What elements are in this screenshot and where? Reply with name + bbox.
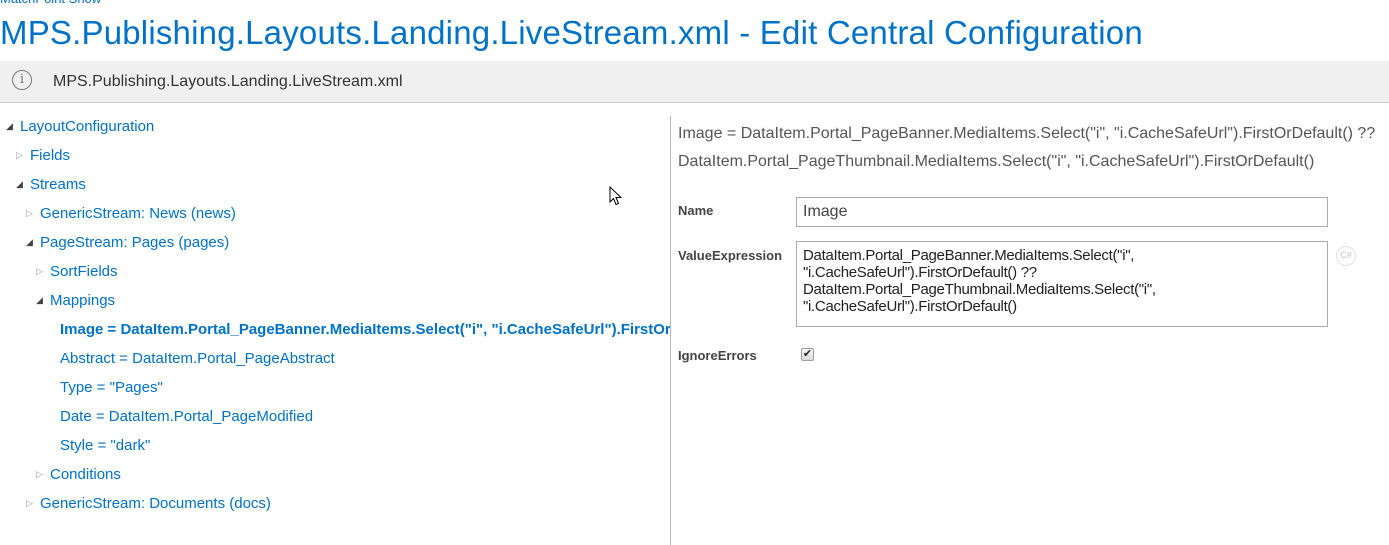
tree-node-label[interactable]: Style = "dark"	[60, 437, 150, 454]
tree-node[interactable]: Abstract = DataItem.Portal_PageAbstract	[46, 350, 335, 372]
value-expression-label: ValueExpression	[678, 248, 783, 263]
tree-node[interactable]: ▷ Conditions	[36, 466, 121, 488]
collapsed-arrow-icon[interactable]: ▷	[36, 469, 46, 480]
tree-node-label[interactable]: Streams	[30, 176, 86, 193]
tree-node-label[interactable]: GenericStream: Documents (docs)	[40, 495, 271, 512]
name-input[interactable]	[796, 197, 1328, 227]
mouse-cursor-icon	[609, 186, 623, 206]
expanded-arrow-icon[interactable]: ◢	[6, 121, 16, 132]
info-bar: i MPS.Publishing.Layouts.Landing.LiveStr…	[0, 61, 1389, 103]
tree-node-label[interactable]: GenericStream: News (news)	[40, 205, 236, 222]
site-name-link[interactable]: MatchPoint Show	[0, 0, 101, 6]
ignore-errors-label: IgnoreErrors	[678, 348, 757, 363]
info-icon: i	[12, 70, 32, 90]
tree-node[interactable]: ▷ SortFields	[36, 263, 118, 285]
collapsed-arrow-icon[interactable]: ▷	[26, 208, 36, 219]
tree-node-label[interactable]: SortFields	[50, 263, 118, 280]
collapsed-arrow-icon[interactable]: ▷	[36, 266, 46, 277]
tree-node[interactable]: ◢ PageStream: Pages (pages)	[26, 234, 229, 256]
checkmark-icon: ✔	[802, 348, 813, 360]
selected-node-summary: Image = DataItem.Portal_PageBanner.Media…	[678, 120, 1389, 176]
tree-node[interactable]: Image = DataItem.Portal_PageBanner.Media…	[46, 321, 670, 343]
tree-node[interactable]: Style = "dark"	[46, 437, 150, 459]
tree-node[interactable]: Date = DataItem.Portal_PageModified	[46, 408, 313, 430]
tree-node[interactable]: ◢ Mappings	[36, 292, 115, 314]
csharp-editor-button[interactable]: C#	[1336, 246, 1356, 266]
tree-node-label[interactable]: Abstract = DataItem.Portal_PageAbstract	[60, 350, 335, 367]
expanded-arrow-icon[interactable]: ◢	[36, 295, 46, 306]
name-label: Name	[678, 203, 714, 218]
tree-node-label[interactable]: Type = "Pages"	[60, 379, 163, 396]
tree-node-label[interactable]: LayoutConfiguration	[20, 118, 154, 135]
tree-node-label[interactable]: Date = DataItem.Portal_PageModified	[60, 408, 313, 425]
tree-node[interactable]: ◢ Streams	[16, 176, 86, 198]
tree-node[interactable]: ◢ LayoutConfiguration	[6, 118, 154, 140]
tree-node[interactable]: Type = "Pages"	[46, 379, 163, 401]
ignore-errors-checkbox[interactable]: ✔	[801, 348, 814, 361]
configuration-tree: ◢ LayoutConfiguration ▷ Fields ◢ Streams ▷ Gene…	[0, 103, 670, 545]
summary-line-2: DataItem.Portal_PageThumbnail.MediaItems…	[678, 153, 1315, 170]
tree-node[interactable]: ▷ GenericStream: Documents (docs)	[26, 495, 271, 517]
tree-node-label[interactable]: Fields	[30, 147, 70, 164]
page-title: MPS.Publishing.Layouts.Landing.LiveStrea…	[0, 14, 1143, 51]
value-expression-input[interactable]: DataItem.Portal_PageBanner.MediaItems.Se…	[796, 241, 1328, 327]
tree-node[interactable]: ▷ Fields	[16, 147, 70, 169]
tree-node[interactable]: ▷ GenericStream: News (news)	[26, 205, 236, 227]
collapsed-arrow-icon[interactable]: ▷	[26, 498, 36, 509]
expanded-arrow-icon[interactable]: ◢	[26, 237, 36, 248]
tree-node-label[interactable]: Image = DataItem.Portal_PageBanner.Media…	[60, 321, 670, 338]
info-bar-text: MPS.Publishing.Layouts.Landing.LiveStrea…	[53, 73, 403, 90]
tree-node-label[interactable]: Mappings	[50, 292, 115, 309]
panel-splitter[interactable]	[670, 116, 671, 545]
tree-node-label[interactable]: Conditions	[50, 466, 121, 483]
summary-line-1: Image = DataItem.Portal_PageBanner.Media…	[678, 125, 1376, 142]
expanded-arrow-icon[interactable]: ◢	[16, 179, 26, 190]
tree-node-label[interactable]: PageStream: Pages (pages)	[40, 234, 229, 251]
collapsed-arrow-icon[interactable]: ▷	[16, 150, 26, 161]
